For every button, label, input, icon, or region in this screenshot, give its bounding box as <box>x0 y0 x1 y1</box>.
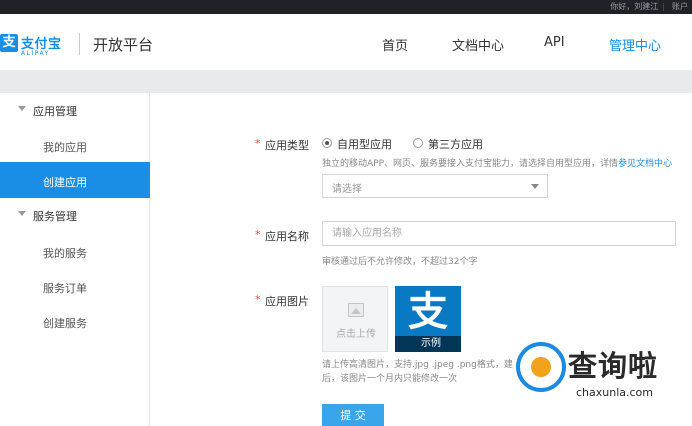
radio-self-use-label[interactable]: 自用型应用 <box>337 136 392 152</box>
sidebar-item-label: 服务订单 <box>43 282 87 295</box>
watermark-url: chaxunla.com <box>576 386 653 399</box>
logo-divider <box>79 33 80 55</box>
app-type-label: 应用类型 <box>265 139 309 152</box>
caret-down-icon <box>18 211 26 216</box>
sidebar-item-label: 我的服务 <box>43 247 87 260</box>
chevron-down-icon <box>531 184 539 189</box>
example-caption: 示例 <box>395 336 461 352</box>
sidebar-item-label: 创建服务 <box>43 317 87 330</box>
sidebar-group-app-management[interactable]: 应用管理 <box>0 95 150 125</box>
app-type-help: 独立的移动APP、网页、服务要接入支付宝能力，请选择自用型应用，详情参见文档中心 <box>322 156 672 169</box>
alipay-example-icon: 支 <box>408 289 448 335</box>
sidebar-item-service-orders[interactable]: 服务订单 <box>0 268 150 304</box>
sidebar-item-create-app[interactable]: 创建应用 <box>0 162 150 198</box>
app-name-input[interactable] <box>322 221 676 246</box>
submit-button[interactable]: 提 交 <box>322 404 384 426</box>
nav-home[interactable]: 首页 <box>382 35 408 54</box>
radio-third-party-label[interactable]: 第三方应用 <box>428 136 483 152</box>
sidebar-item-label: 我的应用 <box>43 141 87 154</box>
alipay-logo-icon[interactable]: 支 <box>0 34 18 52</box>
account-link[interactable]: 账户 <box>672 2 688 11</box>
nav-admin-center[interactable]: 管理中心 <box>609 35 661 54</box>
header: 支 支付宝 ALIPAY 开放平台 首页 文档中心 API 管理中心 <box>0 14 692 70</box>
app-name-help: 审核通过后不允许修改，不超过32个字 <box>322 257 478 267</box>
watermark-logo-icon <box>516 342 566 392</box>
top-bar: 你好，刘建江 | 账户 <box>0 0 692 14</box>
required-mark: * <box>255 228 261 241</box>
sidebar-item-create-service[interactable]: 创建服务 <box>0 303 150 339</box>
image-help-line-1: 请上传高清图片，支持.jpg .jpeg .png格式，建 <box>322 360 513 370</box>
sidebar-item-my-services[interactable]: 我的服务 <box>0 233 150 269</box>
header-separator-band <box>0 70 692 93</box>
nav-docs-center[interactable]: 文档中心 <box>452 35 504 54</box>
logo-subtext: ALIPAY <box>21 50 50 57</box>
required-mark: * <box>255 293 261 306</box>
example-image: 支 示例 <box>395 286 461 352</box>
radio-third-party[interactable] <box>413 138 423 148</box>
image-placeholder-icon <box>348 303 364 317</box>
platform-title: 开放平台 <box>93 36 154 54</box>
app-subtype-select[interactable]: 请选择 <box>322 174 548 198</box>
select-placeholder: 请选择 <box>332 184 362 195</box>
caret-down-icon <box>18 106 26 111</box>
image-help-line-2: 后，该图片一个月内只能修改一次 <box>322 374 458 384</box>
watermark-title: 查询啦 <box>568 349 659 383</box>
sidebar-group-label: 服务管理 <box>33 210 77 223</box>
app-type-help-text: 独立的移动APP、网页、服务要接入支付宝能力，请选择自用型应用，详情 <box>322 159 619 169</box>
radio-self-use[interactable] <box>322 138 332 148</box>
sidebar: 应用管理 我的应用 创建应用 服务管理 我的服务 服务订单 创建服务 <box>0 93 150 426</box>
image-upload-box[interactable]: 点击上传 <box>322 286 388 352</box>
sidebar-item-my-apps[interactable]: 我的应用 <box>0 127 150 163</box>
app-name-label: 应用名称 <box>265 230 309 243</box>
required-mark: * <box>255 137 261 150</box>
sidebar-group-label: 应用管理 <box>33 105 77 118</box>
user-greeting[interactable]: 你好，刘建江 <box>610 2 658 11</box>
app-image-label: 应用图片 <box>265 295 309 308</box>
sidebar-group-service-management[interactable]: 服务管理 <box>0 200 150 230</box>
sidebar-item-label: 创建应用 <box>43 176 87 189</box>
user-info: 你好，刘建江 | 账户 <box>610 2 688 11</box>
upload-label: 点击上传 <box>336 329 376 340</box>
doc-center-link[interactable]: 参见文档中心 <box>618 159 672 169</box>
nav-api[interactable]: API <box>544 35 565 50</box>
